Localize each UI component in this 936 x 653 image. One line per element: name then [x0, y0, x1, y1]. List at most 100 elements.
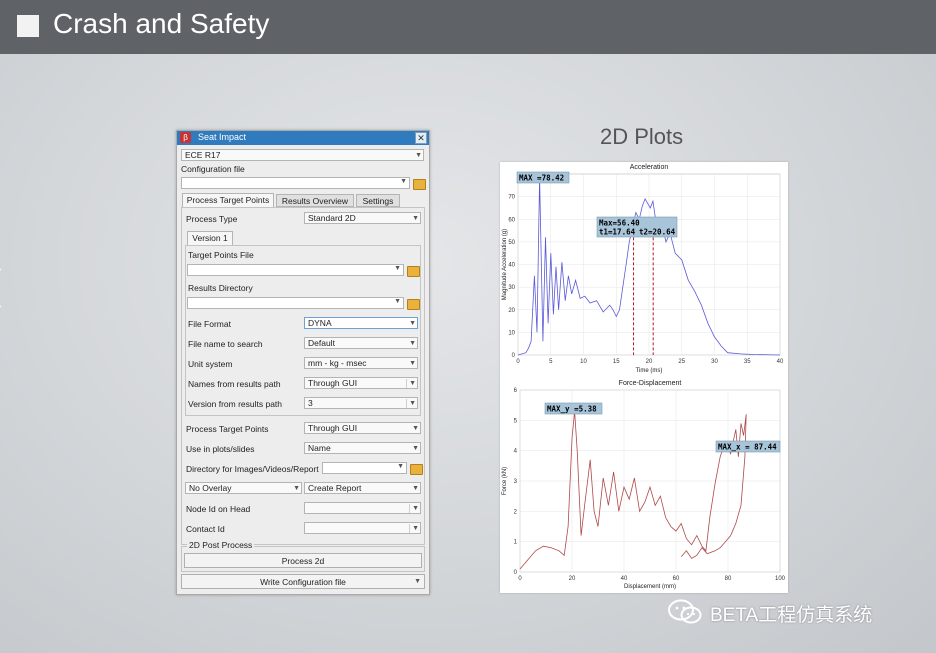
x-tick-label: 60 — [673, 576, 680, 582]
use-in-plots-value: Name — [308, 443, 331, 453]
chevron-down-icon: ▼ — [394, 298, 401, 305]
version-from-results-label: Version from results path — [188, 399, 283, 409]
dialog-title: Seat Impact — [198, 132, 247, 142]
tab-process-target-points[interactable]: Process Target Points — [182, 193, 274, 207]
contact-id-input[interactable]: ▼ — [304, 522, 421, 534]
wechat-icon — [668, 599, 702, 624]
plots-svg: 0 5 10 15 20 25 30 35 40010203040506070Accelerat… — [502, 164, 786, 590]
chart-title: Force-Displacement — [619, 380, 682, 387]
previous-slide-chevron-icon[interactable] — [0, 268, 20, 308]
y-axis-label: Magnitude Acceleration (g) — [502, 229, 508, 300]
y-tick-label: 20 — [508, 308, 515, 314]
directory-input[interactable]: ▼ — [322, 462, 407, 474]
unit-system-value: mm - kg - msec — [308, 358, 367, 368]
y-tick-label: 3 — [514, 479, 518, 485]
y-tick-label: 2 — [514, 509, 518, 515]
window-callout-t2: t2=20.64 — [639, 228, 676, 237]
chevron-down-icon: ▼ — [409, 360, 416, 367]
contact-id-label: Contact Id — [186, 524, 225, 534]
x-tick-label: 10 — [580, 359, 587, 365]
bullet-square-icon — [17, 15, 39, 37]
names-from-results-value: Through GUI — [308, 378, 358, 388]
process-2d-button[interactable]: Process 2d — [184, 553, 422, 568]
tab-results-overview[interactable]: Results Overview — [276, 194, 354, 207]
write-config-button[interactable]: Write Configuration file ▼ — [181, 574, 425, 589]
window-callout-max: Max=56.40 — [599, 219, 640, 228]
x-tick-label: 20 — [646, 359, 653, 365]
watermark-text: BETA工程仿真系统 — [710, 605, 873, 626]
close-button[interactable]: ✕ — [415, 132, 427, 144]
report-select[interactable]: Create Report ▼ — [304, 482, 421, 494]
folder-open-icon[interactable] — [407, 299, 420, 310]
process-target-points-select[interactable]: Through GUI ▼ — [304, 422, 421, 434]
version-from-results-value: 3 — [308, 398, 313, 408]
chevron-down-icon: ▼ — [412, 215, 419, 222]
x-tick-label: 25 — [678, 359, 685, 365]
x-tick-label: 20 — [569, 576, 576, 582]
tab-settings[interactable]: Settings — [356, 194, 400, 207]
unit-system-select[interactable]: mm - kg - msec ▼ — [304, 357, 418, 369]
chevron-down-icon: ▼ — [414, 578, 421, 585]
plots-panel: 0 5 10 15 20 25 30 35 40 0 10 20 30 40 50 60 70 Accelerat… — [500, 162, 788, 593]
app-logo-icon: β — [180, 132, 191, 143]
names-from-results-select[interactable]: Through GUI ▼ — [304, 377, 418, 389]
overlay-select[interactable]: No Overlay ▼ — [185, 482, 302, 494]
chevron-down-icon: ▼ — [412, 505, 419, 512]
x-tick-label: 0 — [516, 359, 520, 365]
file-name-select[interactable]: Default ▼ — [304, 337, 418, 349]
chevron-down-icon: ▼ — [397, 463, 404, 470]
file-name-label: File name to search — [188, 339, 263, 349]
slide-title-bar: Crash and Safety — [0, 0, 936, 54]
x-tick-label: 35 — [744, 359, 751, 365]
results-directory-label: Results Directory — [188, 283, 253, 293]
tab-version-1[interactable]: Version 1 — [187, 231, 233, 245]
y-tick-label: 50 — [508, 240, 515, 246]
dialog-title-bar[interactable]: β Seat Impact ✕ — [177, 131, 429, 145]
chevron-down-icon: ▼ — [412, 425, 419, 432]
standard-value: ECE R17 — [185, 150, 221, 160]
window-callout-t1: t1=17.64 — [599, 228, 636, 237]
file-name-value: Default — [308, 338, 335, 348]
x-tick-label: 80 — [725, 576, 732, 582]
y-tick-label: 0 — [512, 353, 516, 359]
process-type-select[interactable]: Standard 2D ▼ — [304, 212, 421, 224]
post-process-group-label: 2D Post Process — [187, 540, 255, 550]
unit-system-label: Unit system — [188, 359, 233, 369]
x-axis-label: Time (ms) — [636, 368, 663, 374]
plots-heading: 2D Plots — [600, 124, 684, 149]
chevron-down-icon: ▼ — [412, 445, 419, 452]
config-file-input[interactable]: ▼ — [181, 177, 410, 189]
folder-open-icon[interactable] — [410, 464, 423, 475]
chevron-down-icon: ▼ — [409, 340, 416, 347]
write-config-label: Write Configuration file — [260, 577, 346, 587]
process-type-label: Process Type — [186, 214, 238, 224]
x-tick-label: 0 — [518, 576, 522, 582]
chevron-down-icon: ▼ — [394, 265, 401, 272]
y-tick-label: 4 — [514, 449, 518, 455]
standard-select[interactable]: ECE R17 ▼ — [181, 149, 424, 161]
process-target-points-label: Process Target Points — [186, 424, 269, 434]
config-file-label: Configuration file — [181, 164, 245, 174]
max-y-callout-text: MAX_y =5.38 — [547, 405, 597, 414]
version-from-results-select[interactable]: 3 ▼ — [304, 397, 418, 409]
y-tick-label: 1 — [514, 540, 518, 546]
x-tick-label: 100 — [775, 576, 786, 582]
node-id-label: Node Id on Head — [186, 504, 251, 514]
use-in-plots-select[interactable]: Name ▼ — [304, 442, 421, 454]
seat-impact-dialog: β Seat Impact ✕ ECE R17 ▼ Configuration … — [176, 130, 430, 595]
use-in-plots-label: Use in plots/slides — [186, 444, 255, 454]
max-callout-text: MAX =78.42 — [519, 174, 564, 183]
folder-open-icon[interactable] — [413, 179, 426, 190]
y-tick-label: 60 — [508, 217, 515, 223]
chevron-down-icon: ▼ — [409, 380, 416, 387]
target-points-file-input[interactable]: ▼ — [187, 264, 404, 276]
directory-label: Directory for Images/Videos/Report — [186, 464, 319, 474]
x-tick-label: 15 — [613, 359, 620, 365]
x-tick-label: 30 — [711, 359, 718, 365]
y-tick-label: 0 — [514, 570, 518, 576]
results-directory-input[interactable]: ▼ — [187, 297, 404, 309]
folder-open-icon[interactable] — [407, 266, 420, 277]
y-axis-label: Force (kN) — [502, 467, 508, 495]
node-id-input[interactable]: ▼ — [304, 502, 421, 514]
file-format-select[interactable]: DYNA ▼ — [304, 317, 418, 329]
